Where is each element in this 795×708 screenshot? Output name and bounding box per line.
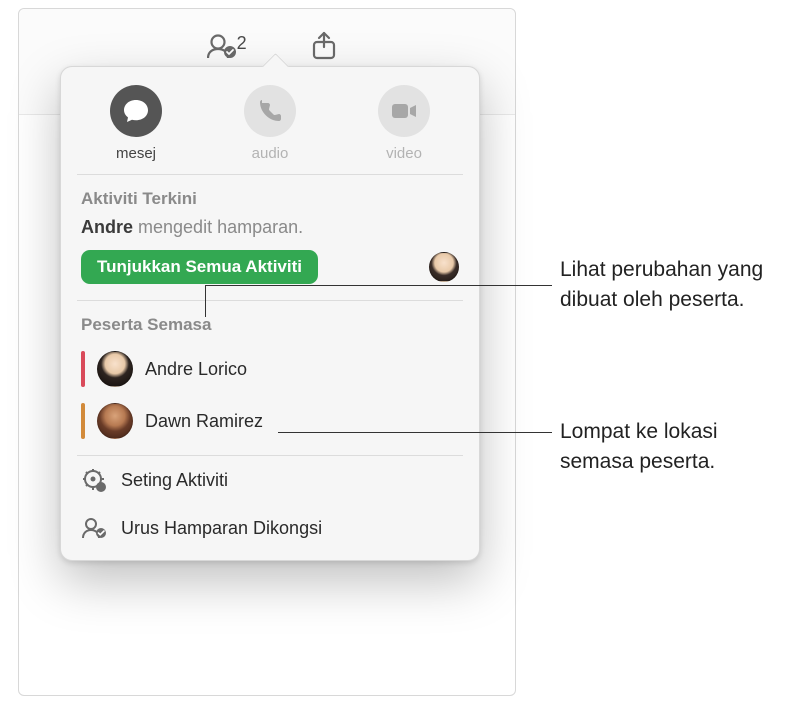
callout-leader (278, 432, 552, 433)
video-icon (378, 85, 430, 137)
manage-shared-label: Urus Hamparan Dikongsi (121, 518, 322, 539)
share-icon (309, 31, 339, 61)
participant-color-bar (81, 403, 85, 439)
participants-title: Peserta Semasa (61, 301, 479, 343)
activity-actor: Andre (81, 217, 133, 237)
participant-name: Dawn Ramirez (145, 411, 263, 432)
callout-jump: Lompat ke lokasi semasa peserta. (560, 417, 790, 478)
show-all-row: Tunjukkan Semua Aktiviti (61, 250, 479, 300)
message-button[interactable]: mesej (76, 85, 196, 162)
manage-shared-button[interactable]: Urus Hamparan Dikongsi (61, 504, 479, 552)
recent-activity-title: Aktiviti Terkini (61, 175, 479, 217)
participant-color-bar (81, 351, 85, 387)
video-button[interactable]: video (344, 85, 464, 162)
activity-settings-label: Seting Aktiviti (121, 470, 228, 491)
phone-icon (244, 85, 296, 137)
callout-leader (205, 285, 206, 317)
audio-button[interactable]: audio (210, 85, 330, 162)
participant-item-dawn[interactable]: Dawn Ramirez (61, 395, 479, 447)
communication-row: mesej audio video (61, 67, 479, 174)
message-icon (110, 85, 162, 137)
activity-avatar[interactable] (429, 252, 459, 282)
participant-item-andre[interactable]: Andre Lorico (61, 343, 479, 395)
message-label: mesej (116, 145, 156, 162)
gear-badge-icon (81, 467, 107, 493)
participant-name: Andre Lorico (145, 359, 247, 380)
show-all-activity-button[interactable]: Tunjukkan Semua Aktiviti (81, 250, 318, 284)
collaboration-popover: mesej audio video Aktiviti Terkini Andre… (60, 66, 480, 561)
activity-summary: Andre mengedit hamparan. (61, 217, 479, 250)
audio-label: audio (252, 145, 289, 162)
callout-changes: Lihat perubahan yang dibuat oleh peserta… (560, 255, 790, 316)
avatar (97, 403, 133, 439)
video-label: video (386, 145, 422, 162)
callout-leader (205, 285, 552, 286)
collaborate-icon: 2 (207, 31, 237, 61)
activity-action: mengedit hamparan. (133, 217, 303, 237)
collaborate-icon (81, 515, 107, 541)
avatar (97, 351, 133, 387)
activity-settings-button[interactable]: Seting Aktiviti (61, 456, 479, 504)
collaborate-badge: 2 (237, 33, 247, 54)
